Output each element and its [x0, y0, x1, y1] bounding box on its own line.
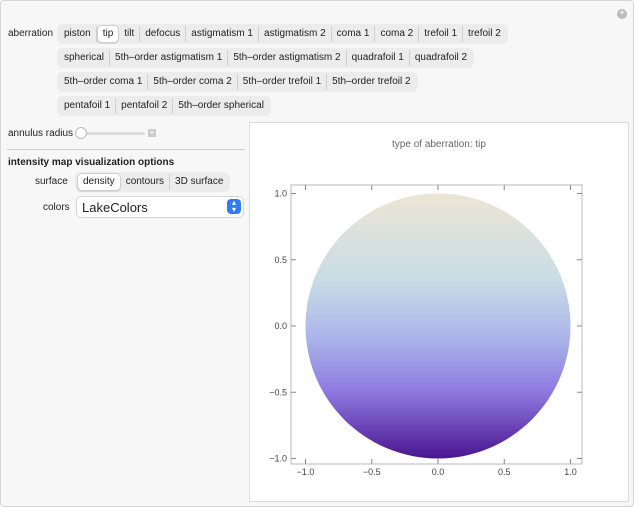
- annulus-slider[interactable]: [77, 132, 145, 135]
- dropdown-chevron-icon: ▴ ▾: [227, 199, 241, 214]
- aberration-option[interactable]: piston: [59, 26, 97, 42]
- aberration-option[interactable]: pentafoil 1: [59, 98, 117, 114]
- plot-title: type of aberration: tip: [392, 139, 486, 150]
- aberration-option[interactable]: coma 2: [375, 26, 420, 42]
- density-plot: type of aberration: tip −1.0 1.0 −0.5 0.5 0.0…: [269, 139, 583, 477]
- aberration-option[interactable]: defocus: [140, 26, 187, 42]
- aberration-option[interactable]: quadrafoil 1: [347, 50, 410, 66]
- y-tick-label: 1.0: [274, 189, 287, 199]
- aberration-option[interactable]: 5th–order astigmatism 1: [110, 50, 229, 66]
- x-tick-label: 0.0: [432, 467, 445, 477]
- colors-dropdown[interactable]: LakeColors ▴ ▾: [76, 196, 244, 218]
- aberration-option[interactable]: 5th–order spherical: [173, 98, 269, 114]
- aberration-option[interactable]: coma 1: [332, 26, 376, 42]
- aberration-option[interactable]: quadrafoil 2: [410, 50, 472, 66]
- x-tick-label: 0.5: [498, 467, 511, 477]
- manipulate-panel: + aberration piston tip tilt defocus astigma…: [0, 0, 634, 507]
- colors-value: LakeColors: [82, 200, 148, 215]
- surface-label: surface: [35, 176, 68, 187]
- aberration-option[interactable]: 5th–order astigmatism 2: [228, 50, 347, 66]
- divider: [7, 149, 245, 150]
- aberration-label: aberration: [8, 28, 54, 39]
- x-tick-label: −1.0: [297, 467, 315, 477]
- aberration-row: pentafoil 1 pentafoil 2 5th–order spherica…: [57, 96, 271, 116]
- aberration-option[interactable]: 5th–order coma 2: [148, 74, 238, 90]
- y-tick-label: 0.0: [274, 321, 287, 331]
- aberration-option[interactable]: pentafoil 2: [116, 98, 174, 114]
- aberration-option[interactable]: trefoil 2: [463, 26, 506, 42]
- surface-selector: density contours 3D surface: [75, 172, 231, 192]
- aberration-option[interactable]: spherical: [59, 50, 111, 66]
- aberration-option[interactable]: astigmatism 1: [186, 26, 259, 42]
- options-heading: intensity map visualization options: [8, 157, 175, 168]
- x-tick-label: 1.0: [564, 467, 577, 477]
- annulus-label: annulus radius: [8, 128, 74, 139]
- x-tick-label: −0.5: [363, 467, 381, 477]
- aberration-option[interactable]: tilt: [119, 26, 141, 42]
- aberration-option[interactable]: 5th–order trefoil 2: [327, 74, 415, 90]
- aberration-row: 5th–order coma 1 5th–order coma 2 5th–orde…: [57, 72, 418, 92]
- slider-expand-icon[interactable]: +: [148, 129, 156, 137]
- surface-density[interactable]: density: [77, 173, 121, 191]
- aberration-row: piston tip tilt defocus astigmatism 1 astigma…: [57, 24, 508, 44]
- aberration-option[interactable]: 5th–order trefoil 1: [238, 74, 328, 90]
- surface-contours[interactable]: contours: [121, 174, 171, 190]
- add-bookmark-icon[interactable]: +: [617, 9, 627, 19]
- y-tick-label: −0.5: [269, 387, 287, 397]
- aberration-option[interactable]: 5th–order coma 1: [59, 74, 149, 90]
- aberration-option[interactable]: trefoil 1: [419, 26, 464, 42]
- aberration-option[interactable]: astigmatism 2: [259, 26, 332, 42]
- plot-area: type of aberration: tip −1.0 1.0 −0.5 0.5 0.0…: [249, 122, 629, 502]
- aberration-row: spherical 5th–order astigmatism 1 5th–orde…: [57, 48, 475, 68]
- y-tick-label: 0.5: [274, 255, 287, 265]
- slider-thumb[interactable]: [75, 127, 87, 139]
- colors-label: colors: [43, 202, 70, 213]
- aberration-disk: [305, 193, 571, 459]
- surface-3d[interactable]: 3D surface: [170, 174, 228, 190]
- aberration-option[interactable]: tip: [96, 25, 120, 43]
- y-tick-label: −1.0: [269, 454, 287, 464]
